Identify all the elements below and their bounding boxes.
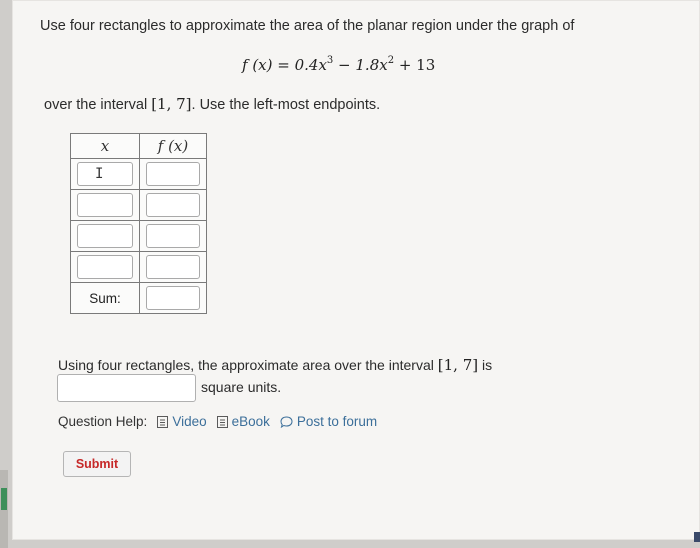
answer-suffix: is (478, 357, 493, 373)
sum-row: Sum: (70, 282, 207, 314)
video-link-label: Video (172, 414, 207, 429)
fx-cell-1 (139, 158, 207, 190)
x-cell-1: I (70, 158, 140, 190)
answer-prompt: Using four rectangles, the approximate a… (58, 356, 492, 374)
x-cell-4 (70, 251, 140, 283)
post-to-forum-link[interactable]: Post to forum (280, 414, 377, 429)
left-edge-marker (1, 488, 7, 510)
table-row (70, 189, 207, 221)
answer-prefix: Using four rectangles, the approximate a… (58, 357, 438, 373)
text-cursor-icon: I (95, 166, 104, 182)
formula-part-3: + 13 (394, 56, 436, 74)
interval-prefix: over the interval (44, 97, 152, 113)
table-row (70, 220, 207, 252)
interval-instruction: over the interval [1, 7]. Use the left-m… (44, 95, 380, 113)
submit-button[interactable]: Submit (63, 451, 131, 477)
x-input-3[interactable] (77, 224, 133, 248)
question-help-label: Question Help: (58, 414, 148, 429)
header-fx: f (x) (139, 133, 207, 159)
area-answer-input[interactable] (57, 374, 196, 402)
x-input-2[interactable] (77, 193, 133, 217)
fx-input-3[interactable] (146, 224, 200, 248)
document-icon (157, 415, 169, 428)
rectangle-table: x f (x) I Sum: (70, 133, 207, 314)
fx-input-4[interactable] (146, 255, 200, 279)
table-row: I (70, 158, 207, 190)
fx-cell-2 (139, 189, 207, 221)
corner-marker (694, 532, 700, 542)
table-row (70, 251, 207, 283)
x-cell-3 (70, 220, 140, 252)
sum-cell (139, 282, 207, 314)
fx-input-2[interactable] (146, 193, 200, 217)
interval-suffix: . Use the left-most endpoints. (191, 97, 381, 113)
fx-cell-4 (139, 251, 207, 283)
ebook-link-label: eBook (231, 414, 270, 429)
units-label: square units. (201, 379, 282, 395)
interval-value: [1, 7] (151, 95, 192, 113)
x-input-1[interactable] (77, 162, 133, 186)
question-intro: Use four rectangles to approximate the a… (40, 18, 575, 34)
function-formula: f (x) = 0.4x3 − 1.8x2 + 13 (242, 55, 435, 74)
ebook-link[interactable]: eBook (216, 414, 270, 429)
post-to-forum-label: Post to forum (296, 414, 378, 429)
x-input-4[interactable] (77, 255, 133, 279)
fx-input-1[interactable] (146, 162, 200, 186)
header-x: x (70, 133, 140, 159)
formula-part-1: f (x) = 0.4x (242, 56, 327, 74)
answer-interval: [1, 7] (437, 356, 479, 374)
left-edge-tab (0, 470, 8, 548)
question-panel: Use four rectangles to approximate the a… (12, 0, 700, 540)
sum-label: Sum: (70, 282, 140, 314)
question-help-row: Question Help: Video eBook Post to forum (58, 414, 377, 429)
document-icon (216, 415, 228, 428)
speech-bubble-icon (280, 415, 293, 428)
formula-part-2: − 1.8x (333, 56, 388, 74)
video-link[interactable]: Video (157, 414, 207, 429)
x-cell-2 (70, 189, 140, 221)
table-header-row: x f (x) (70, 133, 207, 159)
fx-cell-3 (139, 220, 207, 252)
sum-input[interactable] (146, 286, 200, 310)
